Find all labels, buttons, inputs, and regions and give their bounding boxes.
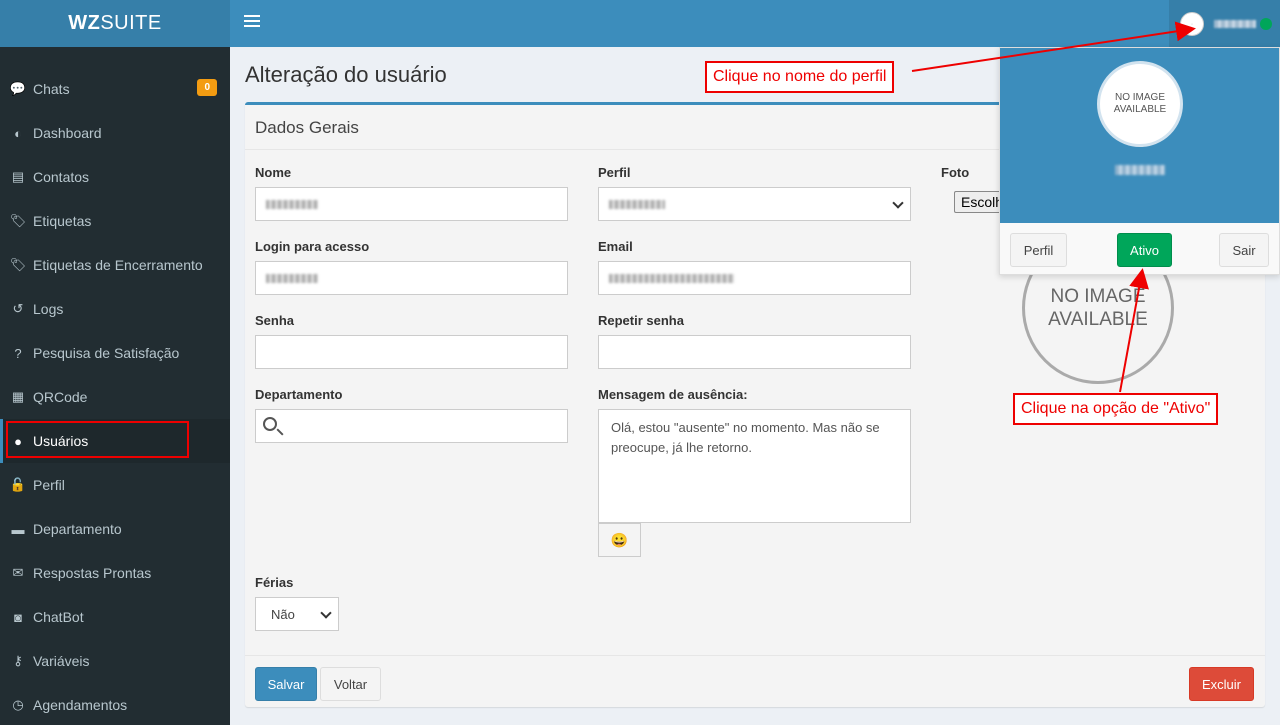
sidebar-item-label: ChatBot [33,609,84,625]
logo-bold-text: WZ [68,12,101,34]
sidebar-item-label: Contatos [33,169,90,185]
mensagem-textarea[interactable]: Olá, estou "ausente" no momento. Mas não… [598,409,911,523]
dropdown-header: NO IMAGE AVAILABLE [1000,48,1279,223]
robot-icon: ◙ [14,609,22,625]
search-icon [263,417,277,431]
sidebar-item-label: Etiquetas [33,213,92,229]
online-status-indicator [1260,17,1272,30]
repetir-senha-label: Repetir senha [598,313,684,328]
sidebar-item-label: QRCode [33,389,88,405]
nome-input[interactable] [255,187,568,221]
sidebar-item-departamento[interactable]: ▬ Departamento [0,507,230,551]
email-input[interactable] [598,261,911,295]
top-navbar: ▫ [230,0,1280,47]
dropdown-footer: Perfil Ativo Sair [1000,223,1279,274]
active-status-button[interactable]: Ativo [1117,233,1172,267]
user-dropdown-menu: NO IMAGE AVAILABLE Perfil Ativo Sair [999,47,1280,275]
sidebar-item-pesquisa-de-satisfacao[interactable]: ? Pesquisa de Satisfação [0,331,230,375]
active-option-callout: Clique na opção de "Ativo" [1013,393,1219,425]
sidebar-item-dashboard[interactable]: ◐ Dashboard [0,111,230,155]
departamento-search[interactable] [255,409,568,443]
sidebar-item-etiquetas-de-encerramento[interactable]: 🏷 Etiquetas de Encerramento [0,243,230,287]
history-icon: ↺ [12,301,24,316]
sidebar-item-qrcode[interactable]: ▦ QRCode [0,375,230,419]
sidebar-item-label: Dashboard [33,125,102,141]
sidebar-item-chatbot[interactable]: ◙ ChatBot [0,595,230,639]
emoji-button[interactable]: 😀 [598,523,641,557]
login-input[interactable] [255,261,568,295]
footer-divider [245,655,1265,656]
departamento-label: Departamento [255,387,343,402]
sidebar-item-agendamentos[interactable]: ◷ Agendamentos [0,683,230,725]
folder-icon: ▬ [11,521,25,537]
save-button[interactable]: Salvar [255,667,317,701]
chevron-down-icon [320,607,332,619]
sidebar-item-label: Departamento [33,521,122,537]
dropdown-avatar: NO IMAGE AVAILABLE [1097,61,1183,147]
contacts-icon: ▤ [11,169,25,184]
sidebar-item-label: Etiquetas de Encerramento [33,257,203,273]
sidebar: 💬 Chats 0 ◐ Dashboard ▤ Contatos 🏷 Etiquetas 🏷 Eti… [0,47,230,725]
sidebar-item-label: Agendamentos [33,697,128,713]
repetir-senha-input[interactable] [598,335,911,369]
mensagem-label: Mensagem de ausência: [598,387,748,402]
sidebar-item-chats[interactable]: 💬 Chats 0 [0,67,230,111]
sidebar-item-label: Variáveis [33,653,90,669]
menu-toggle-icon[interactable] [244,12,260,30]
sidebar-item-respostas-prontas[interactable]: ✉ Respostas Prontas [0,551,230,595]
user-avatar: ▫ [1180,11,1204,36]
chevron-down-icon [892,197,904,209]
chats-count-badge: 0 [197,79,217,96]
dropdown-user-name-redacted [1115,165,1165,175]
senha-input[interactable] [255,335,568,369]
key-icon: ⚷ [13,653,23,668]
question-icon: ? [14,345,22,361]
envelope-icon: ✉ [12,565,24,580]
sidebar-item-label: Perfil [33,477,65,493]
email-label: Email [598,239,633,254]
tag-icon: 🏷 [9,257,27,272]
page-title: Alteração do usuário [245,62,447,87]
ferias-label: Férias [255,575,294,590]
unlock-icon: 🔓 [9,477,27,492]
back-button[interactable]: Voltar [320,667,381,701]
profile-name-callout: Clique no nome do perfil [705,61,895,93]
sidebar-item-label: Respostas Prontas [33,565,152,581]
sidebar-item-logs[interactable]: ↺ Logs [0,287,230,331]
dashboard-icon: ◐ [14,125,22,141]
senha-label: Senha [255,313,295,328]
ferias-select[interactable]: Não [255,597,339,631]
tag-icon: 🏷 [9,213,27,228]
logo-text: SUITE [100,12,162,34]
profile-button[interactable]: Perfil [1010,233,1067,267]
sidebar-item-contatos[interactable]: ▤ Contatos [0,155,230,199]
app-logo[interactable]: WZ SUITE [0,0,230,47]
logout-button[interactable]: Sair [1219,233,1269,267]
clock-icon: ◷ [12,697,24,712]
nome-label: Nome [255,165,292,180]
qrcode-icon: ▦ [11,389,25,404]
chat-icon: 💬 [9,81,27,96]
delete-button[interactable]: Excluir [1189,667,1254,701]
foto-label: Foto [941,165,970,180]
user-menu-toggle[interactable]: ▫ [1169,0,1280,47]
usuarios-highlight [6,421,189,458]
user-name-redacted[interactable] [1214,19,1256,28]
sidebar-item-label: Chats [33,81,70,97]
perfil-label: Perfil [598,165,631,180]
sidebar-item-perfil[interactable]: 🔓 Perfil [0,463,230,507]
ferias-value: Não [271,607,295,622]
sidebar-item-etiquetas[interactable]: 🏷 Etiquetas [0,199,230,243]
sidebar-item-label: Logs [33,301,64,317]
choose-file-button[interactable]: Escolher [954,191,1000,213]
perfil-select[interactable] [598,187,911,221]
login-label: Login para acesso [255,239,370,254]
sidebar-item-label: Pesquisa de Satisfação [33,345,180,361]
sidebar-item-variaveis[interactable]: ⚷ Variáveis [0,639,230,683]
